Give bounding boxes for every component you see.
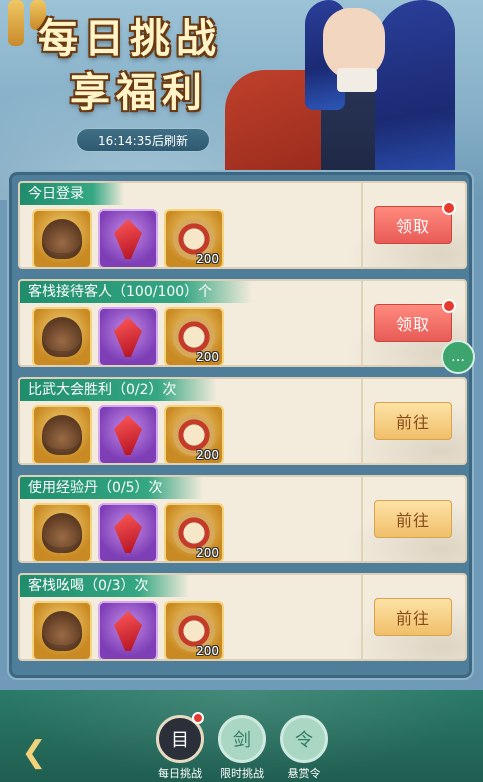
reward-quantity: 200 (196, 350, 219, 364)
reward-quantity: 200 (196, 546, 219, 560)
task-card: 客栈接待客人（100/100）个 200 领取 (18, 279, 467, 367)
nav-tab-label: 悬赏令 (287, 767, 321, 780)
chat-bubble-icon[interactable]: … (441, 340, 475, 374)
ruby-gem-icon (114, 415, 142, 455)
reward-item[interactable] (32, 405, 92, 463)
page-title-line1: 每日挑战 (38, 15, 222, 62)
notification-badge (192, 712, 204, 724)
goto-button[interactable]: 前往 (374, 402, 452, 440)
goto-button[interactable]: 前往 (374, 500, 452, 538)
task-name: 客栈吆喝 (28, 578, 84, 594)
reward-item[interactable] (98, 307, 158, 365)
feather-icon (42, 611, 82, 651)
reward-item[interactable] (32, 503, 92, 561)
refresh-timer: 16:14:35后刷新 (76, 128, 210, 152)
claim-button[interactable]: 领取 (374, 304, 452, 342)
task-list[interactable]: 今日登录 200 领取 客栈接待客人（100/100）个 200 领取 比武大会胜利（0/2… (18, 181, 467, 671)
reward-item[interactable] (32, 601, 92, 659)
claim-button[interactable]: 领取 (374, 206, 452, 244)
reward-item[interactable]: 200 (164, 307, 224, 365)
card-divider (361, 477, 363, 561)
nav-tab[interactable]: 剑限时挑战 (212, 715, 272, 782)
reward-item[interactable]: 200 (164, 601, 224, 659)
task-name: 今日登录 (28, 186, 84, 202)
task-name: 比武大会胜利 (28, 382, 112, 398)
nav-tab-label: 限时挑战 (220, 767, 264, 780)
task-card: 使用经验丹（0/5）次 200 前往 (18, 475, 467, 563)
reward-item[interactable] (32, 307, 92, 365)
reward-item[interactable]: 200 (164, 405, 224, 463)
task-panel: 今日登录 200 领取 客栈接待客人（100/100）个 200 领取 比武大会胜利（0/2… (7, 170, 474, 680)
ruby-gem-icon (114, 513, 142, 553)
ruby-gem-icon (114, 219, 142, 259)
feather-icon (42, 415, 82, 455)
ruby-gem-icon (114, 317, 142, 357)
task-label: 客栈吆喝（0/3）次 (20, 575, 189, 597)
nav-tab[interactable]: 目每日挑战 (150, 712, 210, 782)
nav-tab[interactable]: 令悬赏令 (274, 715, 334, 782)
task-unit: 次 (162, 382, 177, 398)
task-progress: （0/2） (112, 382, 163, 398)
task-unit: 次 (148, 480, 163, 496)
card-divider (361, 281, 363, 365)
reward-item[interactable] (32, 209, 92, 267)
notification-badge (442, 299, 456, 313)
task-card: 今日登录 200 领取 (18, 181, 467, 269)
page-title-line2: 享福利 (70, 69, 208, 116)
reward-item[interactable] (98, 209, 158, 267)
goto-button[interactable]: 前往 (374, 598, 452, 636)
reward-item[interactable] (98, 601, 158, 659)
card-divider (361, 183, 363, 267)
reward-item[interactable]: 200 (164, 503, 224, 561)
reward-quantity: 200 (196, 644, 219, 658)
card-divider (361, 575, 363, 659)
task-card: 比武大会胜利（0/2）次 200 前往 (18, 377, 467, 465)
nav-tab-label: 每日挑战 (158, 767, 202, 780)
ruby-gem-icon (114, 611, 142, 651)
reward-quantity: 200 (196, 448, 219, 462)
task-label: 客栈接待客人（100/100）个 (20, 281, 253, 303)
task-progress: （100/100） (112, 284, 199, 300)
task-unit: 次 (134, 578, 149, 594)
task-progress: （0/5） (98, 480, 149, 496)
hero-character-illustration (225, 0, 483, 190)
reward-item[interactable] (98, 405, 158, 463)
feather-icon (42, 317, 82, 357)
task-label: 比武大会胜利（0/2）次 (20, 379, 217, 401)
task-unit: 个 (198, 284, 213, 300)
back-arrow-icon[interactable]: ❮ (12, 734, 56, 770)
feather-icon (42, 513, 82, 553)
feather-icon (42, 219, 82, 259)
task-name: 使用经验丹 (28, 480, 98, 496)
reward-item[interactable] (98, 503, 158, 561)
character-hair (375, 0, 455, 190)
task-progress: （0/3） (84, 578, 135, 594)
lantern-icon (8, 0, 24, 46)
task-label: 使用经验丹（0/5）次 (20, 477, 203, 499)
task-name: 客栈接待客人 (28, 284, 112, 300)
reward-item[interactable]: 200 (164, 209, 224, 267)
character-collar (337, 68, 377, 92)
sword-scroll-icon: 剑 (218, 715, 266, 763)
task-card: 客栈吆喝（0/3）次 200 前往 (18, 573, 467, 661)
reward-quantity: 200 (196, 252, 219, 266)
bounty-emblem-icon: 令 (280, 715, 328, 763)
task-label: 今日登录 (20, 183, 124, 205)
card-divider (361, 379, 363, 463)
notification-badge (442, 201, 456, 215)
